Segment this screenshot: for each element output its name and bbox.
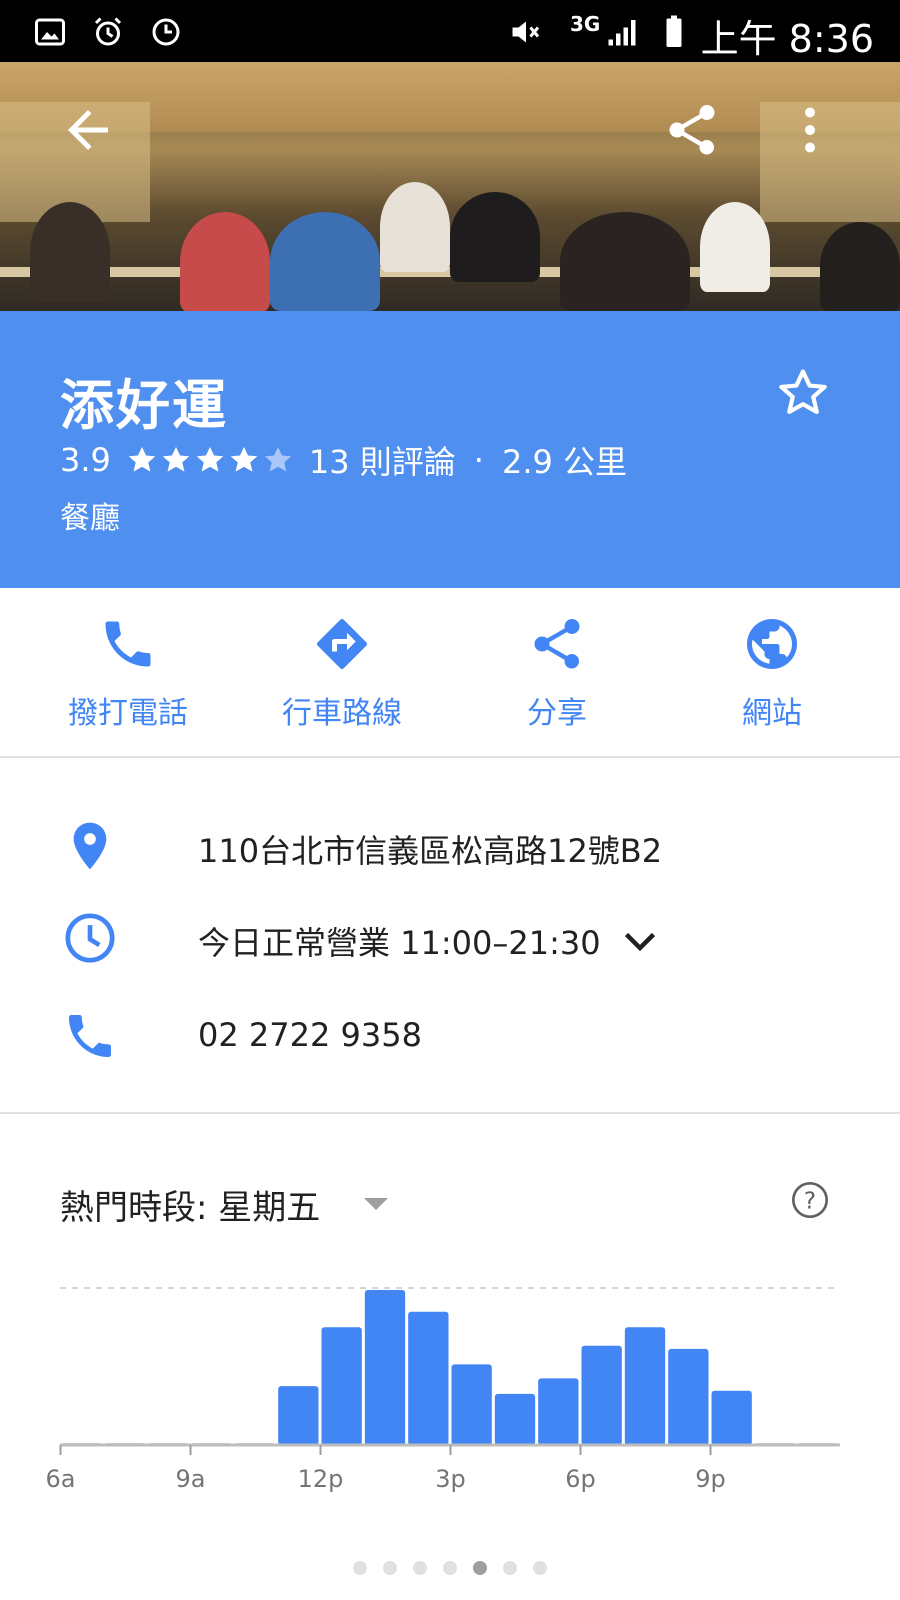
page-dot[interactable] [413, 1561, 427, 1575]
share-label: 分享 [527, 696, 587, 731]
separator-dot: · [473, 441, 484, 479]
x-tick-label: 12p [298, 1465, 344, 1493]
directions-label: 行車路線 [282, 696, 402, 731]
hours-row[interactable]: 今日正常營業 11:00–21:30 [0, 900, 900, 980]
x-tick-label: 3p [435, 1465, 466, 1493]
phone-number: 02 2722 9358 [198, 1016, 422, 1054]
phone-row[interactable]: 02 2722 9358 [0, 998, 900, 1078]
signal-icon [608, 20, 636, 46]
globe-icon [747, 619, 797, 669]
bar-7p[interactable] [624, 1327, 666, 1445]
save-star-icon[interactable] [775, 365, 831, 421]
website-label: 網站 [742, 696, 802, 731]
x-tick-label: 9a [176, 1465, 206, 1493]
popular-times-title[interactable]: 熱門時段: 星期五 [60, 1180, 320, 1229]
page-dot[interactable] [353, 1561, 367, 1575]
address-text: 110台北市信義區松高路12號B2 [198, 832, 663, 870]
bar-5p[interactable] [538, 1378, 579, 1445]
rating-value: 3.9 [60, 441, 111, 479]
bar-3p[interactable] [451, 1364, 492, 1445]
x-tick-label: 6a [46, 1465, 76, 1493]
popular-times-chart: 6a 9a 12p 3p 6p 9p [46, 1287, 840, 1493]
directions-icon [317, 619, 367, 669]
divider [0, 1112, 900, 1114]
page-dot[interactable] [383, 1561, 397, 1575]
gallery-icon [35, 18, 65, 46]
place-category: 餐廳 [60, 501, 120, 536]
x-tick-label: 9p [695, 1465, 726, 1493]
phone-icon [69, 1015, 111, 1057]
page-dot[interactable] [443, 1561, 457, 1575]
star-icon [196, 446, 224, 472]
page-indicator [0, 1560, 900, 1579]
page-dot[interactable] [503, 1561, 517, 1575]
status-clock: 上午 8:36 [700, 17, 874, 61]
place-photo[interactable] [0, 62, 900, 311]
call-button[interactable]: 撥打電話 [38, 614, 218, 732]
address-row[interactable]: 110台北市信義區松高路12號B2 [0, 808, 900, 888]
review-count: 13 則評論 [308, 443, 456, 481]
more-vert-icon[interactable] [780, 100, 840, 160]
bar-1p[interactable] [364, 1290, 406, 1445]
star-icon [162, 446, 190, 472]
back-icon[interactable] [58, 100, 118, 160]
distance: 2.9 公里 [501, 443, 628, 481]
mute-icon [512, 21, 540, 43]
bar-4p[interactable] [494, 1393, 536, 1445]
bar-8p[interactable] [668, 1348, 709, 1445]
chevron-down-icon[interactable] [622, 930, 658, 954]
bar-9p[interactable] [711, 1390, 752, 1445]
hours-text: 今日正常營業 11:00–21:30 [198, 924, 601, 962]
share-button[interactable]: 分享 [467, 614, 647, 732]
clock-icon [65, 913, 115, 963]
status-bar: 3G 上午 8:36 [0, 0, 900, 62]
location-pin-icon [73, 822, 107, 870]
action-bar: 撥打電話 行車路線 分享 網站 [0, 588, 900, 758]
rating-stars [125, 443, 295, 477]
star-icon [128, 446, 156, 472]
page-dot[interactable] [533, 1561, 547, 1575]
website-button[interactable]: 網站 [682, 614, 862, 732]
call-label: 撥打電話 [68, 696, 188, 731]
timer-icon [152, 18, 180, 46]
share-icon[interactable] [662, 100, 722, 160]
help-icon[interactable]: ? [790, 1180, 830, 1220]
network-type: 3G [570, 12, 601, 36]
star-icon [230, 446, 258, 472]
phone-icon [105, 621, 151, 667]
place-header: 添好運 3.9 13 則評論 · 2.9 公里 餐廳 [0, 311, 900, 588]
svg-text:?: ? [804, 1186, 816, 1214]
alarm-icon [94, 17, 122, 46]
dropdown-caret-icon[interactable] [362, 1196, 390, 1212]
bar-2p[interactable] [408, 1311, 449, 1445]
page-dot[interactable] [473, 1561, 487, 1575]
battery-icon [666, 15, 682, 47]
bar-6p[interactable] [581, 1345, 622, 1445]
place-name: 添好運 [60, 374, 228, 437]
x-tick-label: 6p [565, 1465, 596, 1493]
share-icon [534, 619, 580, 669]
directions-button[interactable]: 行車路線 [252, 614, 432, 732]
bar-11a[interactable] [278, 1386, 319, 1445]
rating-row[interactable]: 3.9 13 則評論 · 2.9 公里 [60, 437, 627, 483]
bar-12p[interactable] [321, 1327, 362, 1445]
star-icon [264, 446, 292, 472]
